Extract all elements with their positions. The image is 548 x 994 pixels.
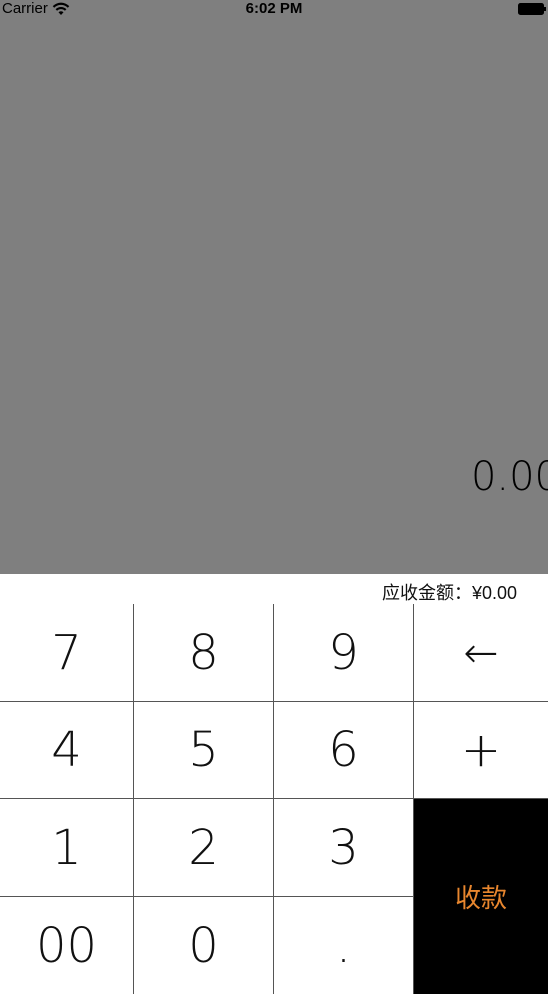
calculator-screen: Carrier 6:02 PM 0.00 应收金额：¥0.00 7 8 9 ← … — [0, 0, 548, 994]
key-2[interactable]: 2 — [134, 799, 274, 897]
receivable-amount-label: 应收金额：¥0.00 — [382, 583, 518, 603]
key-8[interactable]: 8 — [134, 604, 274, 702]
key-3[interactable]: 3 — [274, 799, 414, 897]
status-bar: Carrier 6:02 PM — [0, 0, 548, 20]
key-0[interactable]: 0 — [134, 897, 274, 994]
backspace-key[interactable]: ← — [414, 604, 548, 702]
receivable-amount-row: 应收金额：¥0.00 — [0, 574, 548, 605]
key-9[interactable]: 9 — [274, 604, 414, 702]
amount-display-value: 0.00 — [470, 454, 548, 500]
collect-payment-button[interactable]: 收款 — [414, 799, 548, 994]
key-decimal-point[interactable]: . — [274, 897, 414, 994]
battery-icon — [518, 3, 546, 15]
key-6[interactable]: 6 — [274, 702, 414, 799]
status-time: 6:02 PM — [245, 0, 303, 17]
plus-key[interactable]: + — [414, 702, 548, 799]
key-1[interactable]: 1 — [0, 799, 134, 897]
key-00[interactable]: 00 — [0, 897, 134, 994]
key-7[interactable]: 7 — [0, 604, 134, 702]
key-4[interactable]: 4 — [0, 702, 134, 799]
keypad: 7 8 9 ← 4 5 6 + 1 2 3 00 0 . 收款 — [0, 604, 548, 994]
key-5[interactable]: 5 — [134, 702, 274, 799]
amount-display-area: 0.00 — [0, 20, 548, 574]
